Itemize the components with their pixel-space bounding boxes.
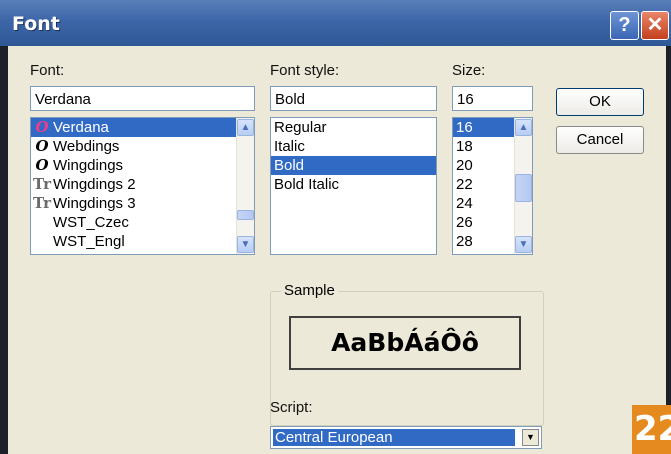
font-list-item[interactable]: WST_Engl [31,232,254,251]
font-list-item-label: Wingdings 3 [53,195,136,212]
ok-button[interactable]: OK [556,88,644,116]
font-dialog: Font ? ✕ Font: Verdana O Verdana O Webdings… [0,0,671,454]
style-list-item[interactable]: Regular [271,118,436,137]
script-select[interactable]: Central European ▼ [270,426,542,449]
font-style-list[interactable]: Regular Italic Bold Bold Italic [270,117,437,255]
script-value: Central European [273,429,515,446]
font-style-input[interactable]: Bold [270,86,437,111]
dialog-body: Font: Verdana O Verdana O Webdings O Wingding… [8,46,666,454]
sample-label: Sample [281,282,338,299]
style-list-item-label: Bold Italic [274,176,340,193]
truetype-font-icon: Tr [33,175,51,193]
scroll-thumb[interactable] [237,210,254,220]
size-list-item-label: 22 [456,176,473,193]
font-style-label: Font style: [270,62,340,79]
title-bar[interactable]: Font ? ✕ [0,0,671,46]
size-list[interactable]: 16 18 20 22 24 26 28 ▲ ▼ [452,117,533,255]
sample-preview: AaBbÁáÔô [289,316,521,370]
help-button[interactable]: ? [610,11,639,40]
style-list-item-label: Regular [274,119,327,136]
scroll-up-icon[interactable]: ▲ [237,119,254,136]
font-list-item[interactable]: O Verdana [31,118,254,137]
size-list-scrollbar[interactable]: ▲ ▼ [514,118,532,254]
opentype-font-icon: O [35,156,49,174]
cancel-button[interactable]: Cancel [556,126,644,154]
opentype-font-icon: O [35,118,49,136]
page-number-badge: 22 [632,405,671,454]
size-list-item-label: 28 [456,233,473,250]
font-list-item[interactable]: O Webdings [31,137,254,156]
opentype-font-icon: O [35,137,49,155]
font-list[interactable]: O Verdana O Webdings O Wingdings Tr Wingdings 2… [30,117,255,255]
font-list-item-label: Wingdings [53,157,124,174]
scroll-down-icon[interactable]: ▼ [515,236,532,253]
style-list-item-label: Italic [274,138,305,155]
scroll-up-icon[interactable]: ▲ [515,119,532,136]
close-button[interactable]: ✕ [641,11,669,40]
style-list-item[interactable]: Italic [271,137,436,156]
font-label: Font: [30,62,65,79]
font-list-item[interactable]: Tr Wingdings 2 [31,175,254,194]
font-list-item[interactable]: WST_Czec [31,213,254,232]
font-list-scrollbar[interactable]: ▲ ▼ [236,118,254,254]
font-list-item-label: Wingdings 2 [53,176,136,193]
style-list-item[interactable]: Bold Italic [271,175,436,194]
font-list-item[interactable]: Tr Wingdings 3 [31,194,254,213]
font-list-item-label: WST_Czec [53,214,129,231]
size-list-item-label: 18 [456,138,473,155]
size-list-item-label: 20 [456,157,473,174]
style-list-item-label: Bold [274,157,305,174]
size-input[interactable]: 16 [452,86,533,111]
font-list-item-label: Verdana [53,119,109,136]
script-label: Script: [270,399,313,416]
font-list-item-label: WST_Engl [53,233,125,250]
dropdown-arrow-icon[interactable]: ▼ [522,429,539,446]
size-list-item-label: 24 [456,195,473,212]
size-list-item-label: 16 [456,119,473,136]
font-list-item-label: Webdings [53,138,120,155]
font-list-item[interactable]: O Wingdings [31,156,254,175]
size-list-item-label: 26 [456,214,473,231]
scroll-thumb[interactable] [515,174,532,202]
truetype-font-icon: Tr [33,194,51,212]
window-title: Font [12,13,60,35]
scroll-down-icon[interactable]: ▼ [237,236,254,253]
size-label: Size: [452,62,486,79]
font-name-input[interactable]: Verdana [30,86,255,111]
style-list-item[interactable]: Bold [271,156,436,175]
sample-text: AaBbÁáÔô [331,328,479,357]
